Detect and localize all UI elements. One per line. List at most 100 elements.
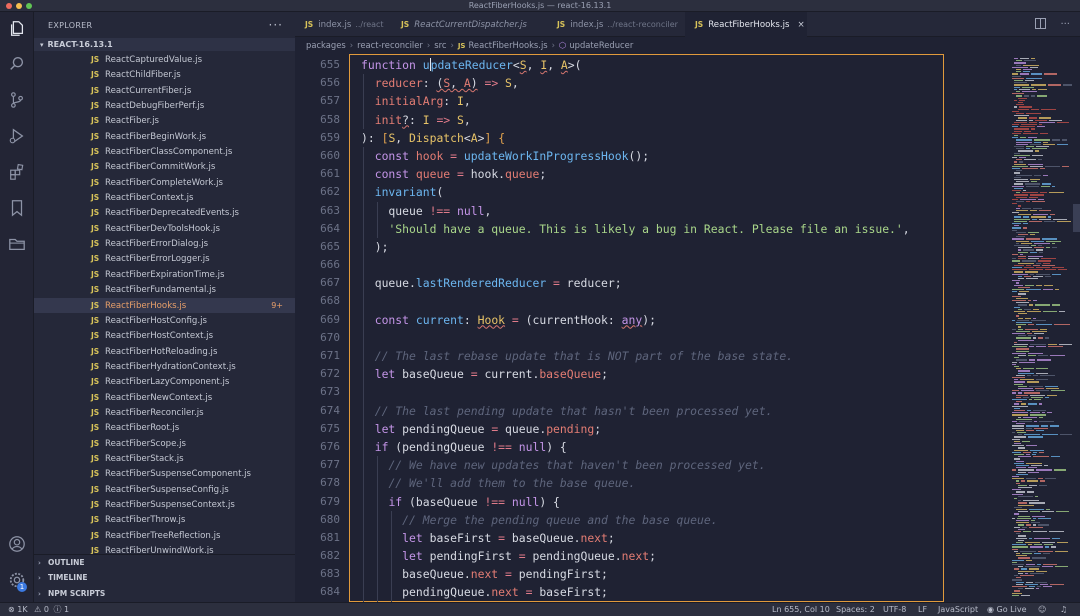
source-control-icon[interactable] [7,90,27,110]
breadcrumb-item[interactable]: react-reconciler [357,40,423,50]
file-item[interactable]: JS ReactFiberHydrationContext.js [34,359,295,374]
minimap-line [1028,231,1039,234]
timeline-section[interactable]: › TIMELINE [34,570,295,585]
file-item[interactable]: JS ReactFiberClassComponent.js [34,144,295,159]
js-file-icon: JS [91,331,100,341]
file-item[interactable]: JS ReactFiberBeginWork.js [34,129,295,144]
line-number: 673 [320,385,340,399]
file-item[interactable]: JS ReactFiberErrorLogger.js [34,251,295,266]
close-tab-icon[interactable]: × [797,20,804,30]
file-item[interactable]: JS ReactFiberHostContext.js [34,328,295,343]
file-item[interactable]: JS ReactFiberContext.js [34,190,295,205]
file-item[interactable]: JS ReactFiberNewContext.js [34,390,295,405]
folder-icon[interactable] [7,234,27,254]
minimap[interactable] [1010,56,1072,602]
file-item[interactable]: JS ReactFiberRoot.js [34,420,295,435]
code-editor[interactable]: function updateReducer<S, I, A>( reducer… [361,56,941,602]
problems-indicator[interactable]: ⊗ 1K ⚠ 0 ⓘ 1 [8,603,69,616]
breadcrumb-item[interactable]: ReactFiberHooks.js [468,40,547,50]
tab-index-react-reconciler[interactable]: JS index.js ../react-reconciler [547,12,685,37]
tab-index-react[interactable]: JS index.js ../react [295,12,391,37]
minimap-line [1023,69,1032,71]
minimap-line [1018,97,1027,99]
file-item[interactable]: JS ReactFiberThrow.js [34,512,295,527]
vertical-scrollbar[interactable] [1073,204,1080,232]
more-actions-icon[interactable]: ··· [1060,19,1070,30]
file-item[interactable]: JS ReactCapturedValue.js [34,52,295,67]
breadcrumb-item[interactable]: updateReducer [569,40,633,50]
minimap-line [1020,58,1029,60]
file-item[interactable]: JS ReactFiberReconciler.js [34,405,295,420]
search-icon[interactable] [7,54,27,74]
file-item[interactable]: JS ReactFiberHotReloading.js [34,344,295,359]
minimap-line [1016,95,1022,97]
minimap-line [1012,157,1017,159]
project-folder[interactable]: ▾ REACT-16.13.1 [34,38,295,51]
file-item[interactable]: JS ReactFiberTreeReflection.js [34,528,295,543]
npm-scripts-section[interactable]: › NPM SCRIPTS [34,586,295,601]
outline-section[interactable]: › OUTLINE [34,555,295,570]
breadcrumb-item[interactable]: packages [306,40,346,50]
tab-react-current-dispatcher[interactable]: JS ReactCurrentDispatcher.js [391,12,547,37]
minimap-line [1014,58,1018,60]
minimap-line [1026,146,1034,148]
file-item[interactable]: JS ReactChildFiber.js [34,67,295,82]
file-item[interactable]: JS ReactFiberDeprecatedEvents.js [34,205,295,220]
activity-bar: 1 [0,12,34,602]
file-item[interactable]: JS ReactFiberSuspenseContext.js [34,497,295,512]
file-item[interactable]: JS ReactFiberStack.js [34,451,295,466]
notifications-icon[interactable]: ♫ [1060,603,1067,616]
minimap-line [1012,564,1024,566]
file-item[interactable]: JS ReactFiberLazyComponent.js [34,374,295,389]
language-mode[interactable]: JavaScript [938,603,978,616]
file-item[interactable]: JS ReactFiberScope.js [34,436,295,451]
end-of-line[interactable]: LF [918,603,927,616]
extensions-icon[interactable] [7,162,27,182]
file-item[interactable]: JS ReactFiberSuspenseComponent.js [34,466,295,481]
file-item[interactable]: JS ReactFiberExpirationTime.js [34,267,295,282]
file-item[interactable]: JS ReactCurrentFiber.js [34,83,295,98]
minimap-line [1034,333,1044,335]
minimap-line [1020,126,1035,128]
minimap-line [1033,451,1037,454]
minimize-window-button[interactable] [16,3,22,9]
minimap-line [1032,330,1047,333]
file-item[interactable]: JS ReactFiberDevToolsHook.js [34,221,295,236]
minimap-line [1028,163,1043,165]
minimap-line [1021,124,1037,126]
minimap-line [1031,181,1037,183]
maximize-window-button[interactable] [26,3,32,9]
minimap-line [1043,289,1053,291]
split-editor-icon[interactable] [1035,17,1047,32]
file-item[interactable]: JS ReactFiberCompleteWork.js [34,175,295,190]
js-file-icon: JS [91,484,100,494]
file-item[interactable]: JS ReactFiber.js [34,113,295,128]
minimap-line [1030,511,1040,513]
minimap-line [1014,513,1019,515]
file-item[interactable]: JS ReactFiberErrorDialog.js [34,236,295,251]
file-item[interactable]: JS ReactFiberSuspenseConfig.js [34,482,295,497]
file-item[interactable]: JS ReactFiberCommitWork.js [34,159,295,174]
close-window-button[interactable] [6,3,12,9]
run-debug-icon[interactable] [7,126,27,146]
file-item[interactable]: JS ReactFiberHooks.js 9+ [34,297,295,313]
tab-react-fiber-hooks[interactable]: JS ReactFiberHooks.js × [685,12,807,37]
minimap-line [1012,421,1017,423]
minimap-line [1014,172,1020,174]
indentation[interactable]: Spaces: 2 [836,603,875,616]
file-item[interactable]: JS ReactDebugFiberPerf.js [34,98,295,113]
more-actions-button[interactable]: ··· [269,18,283,32]
encoding[interactable]: UTF-8 [883,603,906,616]
file-item[interactable]: JS ReactFiberFundamental.js [34,282,295,297]
files-icon[interactable] [7,18,27,38]
bookmark-icon[interactable] [7,198,27,218]
file-item[interactable]: JS ReactFiberHostConfig.js [34,313,295,328]
feedback-icon[interactable]: ☺ [1038,603,1046,616]
minimap-line [1012,253,1018,256]
minimap-line [1031,58,1035,60]
account-icon[interactable] [7,534,27,554]
minimap-line [1020,550,1036,553]
go-live-button[interactable]: ◉ Go Live [987,603,1027,616]
cursor-position[interactable]: Ln 655, Col 10 [772,603,830,616]
breadcrumb-item[interactable]: src [434,40,446,50]
